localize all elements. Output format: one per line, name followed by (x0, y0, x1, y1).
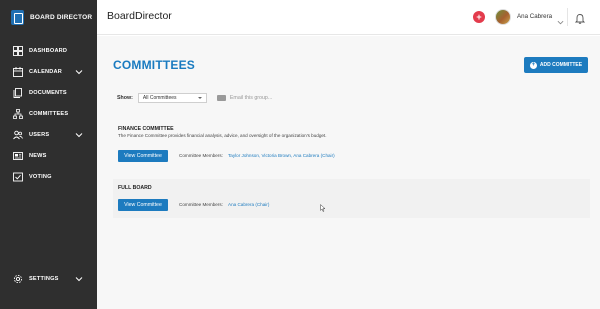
dashboard-icon (13, 46, 23, 56)
sidebar-item-label: COMMITTEES (29, 111, 69, 117)
board-director-logo-icon (11, 9, 24, 25)
selected-option: All Committees (142, 94, 177, 101)
committee-description: The Finance Committee provides financial… (118, 133, 327, 138)
avatar[interactable] (495, 9, 511, 25)
show-label: Show: (117, 94, 133, 101)
chevron-down-icon[interactable] (557, 13, 564, 25)
user-name[interactable]: Ana Cabrera (517, 13, 552, 20)
members-label: Committee Members: (179, 202, 223, 207)
calendar-icon (13, 67, 23, 77)
page-title: COMMITTEES (113, 58, 195, 72)
caret-down-icon (197, 96, 202, 99)
committee-card: FINANCE COMMITTEE The Finance Committee … (113, 121, 590, 167)
main-content: COMMITTEES + ADD COMMITTEE Show: All Com… (97, 36, 600, 309)
add-committee-label: ADD COMMITTEE (539, 62, 583, 68)
sidebar-item-label: DOCUMENTS (29, 90, 67, 96)
top-bar: BoardDirector + Ana Cabrera (97, 0, 600, 35)
users-icon (13, 130, 23, 140)
committee-filter-select[interactable]: All Committees (137, 92, 207, 103)
chevron-down-icon[interactable] (75, 275, 83, 283)
committee-card: FULL BOARD View Committee Committee Memb… (113, 179, 590, 218)
add-committee-button[interactable]: + ADD COMMITTEE (524, 57, 588, 73)
sidebar-item-label: VOTING (29, 174, 52, 180)
committee-members[interactable]: Taylor Johnson, Victoria Brown, Ana Cabr… (228, 153, 335, 158)
chevron-down-icon[interactable] (75, 131, 83, 139)
sidebar-item-documents[interactable]: DOCUMENTS (0, 85, 97, 101)
sidebar-item-dashboard[interactable]: DASHBOARD (0, 43, 97, 59)
committees-icon (13, 109, 23, 119)
committee-members[interactable]: Ana Cabrera (Chair) (228, 202, 269, 207)
sidebar-item-label: USERS (29, 132, 50, 138)
app-title: BoardDirector (107, 10, 172, 22)
bell-icon[interactable] (574, 11, 586, 24)
view-committee-button[interactable]: View Committee (118, 150, 168, 162)
brand-name: BOARD DIRECTOR (30, 13, 93, 21)
divider (567, 8, 568, 26)
sidebar-item-voting[interactable]: VOTING (0, 169, 97, 185)
voting-icon (13, 172, 23, 182)
sidebar-item-users[interactable]: USERS (0, 127, 97, 143)
members-label: Committee Members: (179, 153, 223, 158)
sidebar-item-label: DASHBOARD (29, 48, 68, 54)
sidebar: BOARD DIRECTOR DASHBOARD CALENDAR DOCUME… (0, 0, 97, 309)
sidebar-item-calendar[interactable]: CALENDAR (0, 64, 97, 80)
committee-title: FINANCE COMMITTEE (118, 126, 174, 132)
email-icon[interactable] (216, 94, 226, 101)
email-group-link[interactable]: Email this group... (230, 95, 272, 101)
sidebar-item-label: CALENDAR (29, 69, 62, 75)
committee-title: FULL BOARD (118, 185, 152, 191)
view-committee-button[interactable]: View Committee (118, 199, 168, 211)
sidebar-item-committees[interactable]: COMMITTEES (0, 106, 97, 122)
sidebar-item-label: NEWS (29, 153, 47, 159)
sidebar-item-news[interactable]: NEWS (0, 148, 97, 164)
chevron-down-icon[interactable] (75, 68, 83, 76)
mouse-cursor-icon (320, 199, 326, 212)
sidebar-item-settings[interactable]: SETTINGS (0, 271, 97, 287)
brand[interactable]: BOARD DIRECTOR (11, 9, 92, 25)
documents-icon (13, 88, 23, 98)
news-icon (13, 151, 23, 161)
plus-icon: + (529, 61, 537, 69)
filter-row: Show: All Committees Email this group... (117, 92, 272, 103)
settings-icon (13, 274, 23, 284)
sidebar-item-label: SETTINGS (29, 276, 59, 282)
quick-add-button[interactable]: + (473, 11, 485, 23)
